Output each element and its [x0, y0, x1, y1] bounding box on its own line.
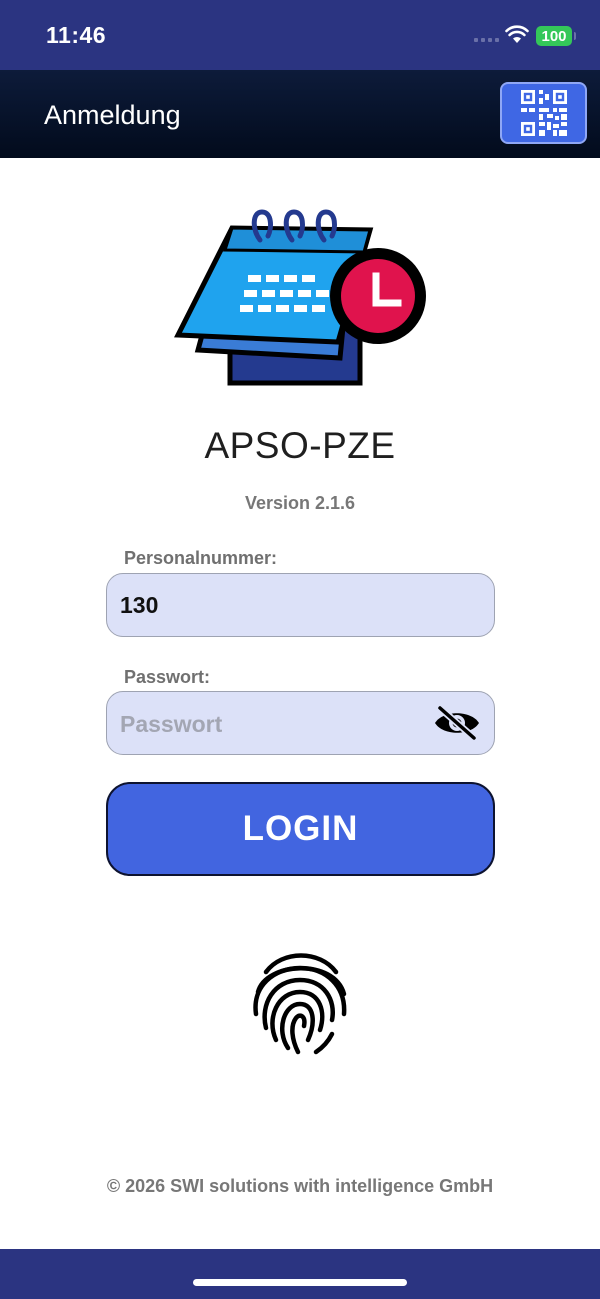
status-bar: 11:46 100 — [0, 0, 600, 70]
cellular-signal-icon — [474, 38, 500, 44]
status-time: 11:46 — [46, 22, 107, 48]
bottom-bar — [0, 1249, 600, 1299]
home-indicator[interactable] — [193, 1279, 407, 1286]
eye-slash-icon[interactable] — [433, 705, 481, 741]
page-title: Anmeldung — [44, 100, 181, 130]
personnel-number-value: 130 — [120, 592, 159, 618]
app-name: APSO-PZE — [204, 425, 396, 466]
fingerprint-icon[interactable] — [248, 948, 352, 1058]
battery-icon: 100 — [536, 26, 576, 46]
battery-level: 100 — [541, 27, 567, 45]
login-screen: 11:46 100 Anmeldung APSO-PZE Version 2.1… — [0, 0, 600, 1299]
app-version: Version 2.1.6 — [244, 493, 356, 513]
personnel-number-field[interactable]: 130 — [106, 573, 495, 637]
personnel-number-label: Personalnummer: — [124, 548, 278, 568]
copyright-text: © 2026 SWI solutions with intelligence G… — [106, 1176, 494, 1196]
wifi-icon — [505, 25, 529, 43]
password-field[interactable]: Passwort — [106, 691, 495, 755]
qr-code-icon — [520, 90, 567, 136]
calendar-clock-icon — [174, 209, 426, 386]
navigation-bar: Anmeldung — [0, 70, 600, 158]
password-label: Passwort: — [124, 667, 211, 687]
qr-scan-button[interactable] — [500, 82, 587, 144]
login-button[interactable]: LOGIN — [106, 782, 495, 876]
password-placeholder: Passwort — [120, 711, 223, 737]
